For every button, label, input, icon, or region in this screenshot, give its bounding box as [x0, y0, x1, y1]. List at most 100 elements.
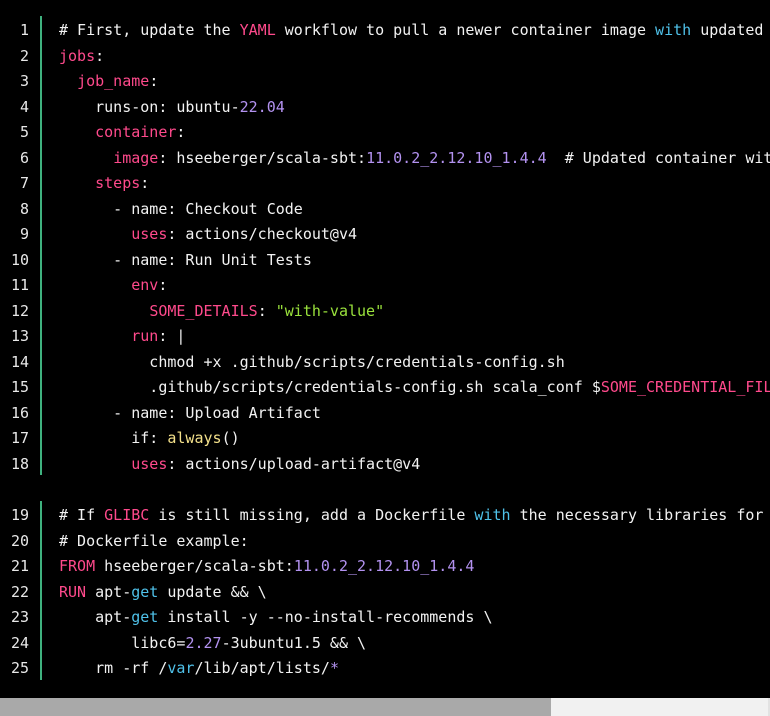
- line-number: 18: [10, 454, 29, 473]
- code-token: runs-on: ubuntu-: [59, 97, 240, 116]
- line-number: 22: [10, 582, 29, 601]
- code-line: 18 uses: actions/upload-artifact@v4: [0, 450, 770, 476]
- code-editor[interactable]: 1 # First, update the YAML workflow to pu…: [0, 0, 770, 698]
- code-token: : hseeberger/scala-sbt:: [158, 148, 367, 167]
- code-token: uses: [131, 225, 168, 243]
- code-token: (): [221, 429, 240, 447]
- line-number: 17: [10, 429, 29, 447]
- code-text: apt-get install -y --no-install-recommen…: [59, 609, 492, 626]
- code-text: uses: actions/checkout@v4: [59, 226, 357, 243]
- code-text: RUN apt-get update && \: [59, 582, 267, 601]
- line-number: 25: [10, 659, 29, 677]
- code-line: 23 apt-get install -y --no-install-recom…: [0, 603, 770, 629]
- code-line: 21 FROM hseeberger/scala-sbt:11.0.2_2.12.…: [0, 552, 770, 578]
- code-token: - name: Run Unit Tests: [59, 250, 312, 269]
- code-line: 12 SOME_DETAILS: "with-value": [0, 297, 770, 323]
- code-token: 22.04: [239, 97, 285, 116]
- code-text: - name: Run Unit Tests: [59, 250, 312, 269]
- code-token: :: [95, 46, 105, 65]
- code-text: image: hseeberger/scala-sbt:11.0.2_2.12.…: [59, 148, 770, 167]
- code-token: job_name: [77, 72, 150, 90]
- code-token: update && \: [158, 582, 267, 601]
- code-line: 2 jobs:: [0, 42, 770, 68]
- code-line: 16 - name: Upload Artifact: [0, 399, 770, 425]
- line-number: 2: [19, 46, 29, 65]
- code-token: get: [131, 608, 159, 626]
- code-text: - name: Checkout Code: [59, 199, 303, 218]
- code-line: 24 libc6=2.27-3ubuntu1.5 && \: [0, 629, 770, 655]
- code-token: libc6=: [59, 633, 186, 652]
- code-token: get: [131, 582, 159, 601]
- line-number: 14: [10, 352, 29, 371]
- code-token: install -y --no-install-recommends \: [158, 608, 493, 626]
- code-token: :: [140, 174, 150, 192]
- code-token: steps: [95, 174, 141, 192]
- code-token: SOME_CREDENTIAL_FILE: [600, 378, 770, 396]
- code-token: :: [149, 72, 159, 90]
- scrollbar-thumb[interactable]: [0, 698, 551, 716]
- code-token: hseeberger/scala-sbt:: [95, 557, 294, 575]
- code-text: jobs:: [59, 46, 105, 65]
- code-token: :: [257, 301, 276, 320]
- line-number: 11: [10, 276, 29, 294]
- horizontal-scrollbar[interactable]: [0, 698, 770, 716]
- line-number: 13: [10, 327, 29, 345]
- code-text: libc6=2.27-3ubuntu1.5 && \: [59, 633, 366, 652]
- code-text: SOME_DETAILS: "with-value": [59, 301, 384, 320]
- code-text: container:: [59, 124, 185, 141]
- code-token: 2.27: [185, 633, 222, 652]
- code-line: 22 RUN apt-get update && \: [0, 578, 770, 604]
- code-line: 8 - name: Checkout Code: [0, 195, 770, 221]
- code-token: # Dockerfile example:: [59, 531, 249, 550]
- code-text: job_name:: [59, 73, 158, 90]
- code-token: : actions/checkout@v4: [167, 225, 358, 243]
- code-block-dockerfile: 19 # If GLIBC is still missing, add a Doc…: [0, 501, 770, 680]
- code-line: 5 container:: [0, 118, 770, 144]
- line-number: 12: [10, 301, 29, 320]
- code-line: 17 if: always(): [0, 424, 770, 450]
- line-number: 15: [10, 378, 29, 396]
- line-number: 19: [10, 506, 29, 524]
- code-text: chmod +x .github/scripts/credentials-con…: [59, 352, 565, 371]
- code-token: # If: [59, 506, 105, 524]
- code-line: 11 env:: [0, 271, 770, 297]
- line-number: 7: [19, 174, 29, 192]
- code-token: if:: [59, 429, 168, 447]
- code-line: 4 runs-on: ubuntu-22.04: [0, 93, 770, 119]
- code-line: 7 steps:: [0, 169, 770, 195]
- code-line: 1 # First, update the YAML workflow to pu…: [0, 16, 770, 42]
- code-text: env:: [59, 277, 167, 294]
- code-token: chmod +x .github/scripts/credentials-con…: [59, 352, 565, 371]
- line-number: 24: [10, 633, 29, 652]
- code-line: 20 # Dockerfile example:: [0, 527, 770, 553]
- line-number: 20: [10, 531, 29, 550]
- code-token: with: [474, 506, 511, 524]
- code-line: 9 uses: actions/checkout@v4: [0, 220, 770, 246]
- code-token: - name: Checkout Code: [59, 199, 303, 218]
- code-token: - name: Upload Artifact: [59, 403, 321, 422]
- code-token: 11.0.2_2.12.10_1.4.4: [293, 557, 475, 575]
- code-token: is still missing, add a Dockerfile: [149, 506, 475, 524]
- code-token: env: [131, 276, 159, 294]
- code-token: container: [95, 123, 177, 141]
- code-text: rm -rf /var/lib/apt/lists/*: [59, 660, 339, 677]
- code-token: the necessary libraries for: [510, 506, 764, 524]
- line-number: 6: [19, 148, 29, 167]
- code-token: RUN: [59, 582, 87, 601]
- code-text: - name: Upload Artifact: [59, 403, 321, 422]
- code-token: image: [113, 148, 159, 167]
- code-token: workflow to pull a newer container image: [275, 21, 656, 39]
- line-number: 5: [19, 123, 29, 141]
- line-number: 10: [10, 250, 29, 269]
- code-line: 3 job_name:: [0, 67, 770, 93]
- line-number: 23: [10, 608, 29, 626]
